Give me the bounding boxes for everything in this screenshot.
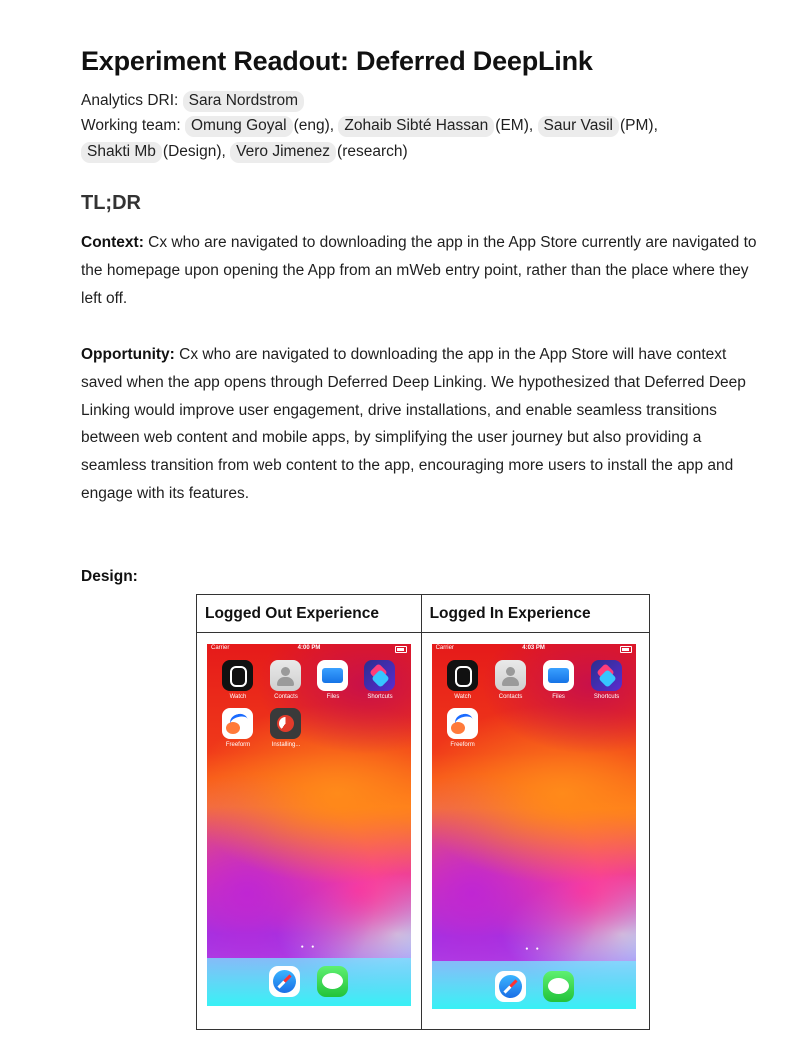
shortcuts-app-icon xyxy=(590,660,622,691)
messages-app-icon xyxy=(317,966,348,997)
watch-app-icon xyxy=(222,660,253,691)
app-label: Freeform xyxy=(225,742,251,748)
contacts-app-icon xyxy=(494,660,526,691)
role-text: (Design), xyxy=(162,143,226,160)
status-bar: Carrier 4:03 PM xyxy=(432,644,636,654)
context-text: Cx who are navigated to downloading the … xyxy=(81,234,757,307)
freeform-app-icon xyxy=(222,708,253,739)
watch-app-icon xyxy=(446,660,478,691)
app-label: Files xyxy=(552,694,565,700)
role-text: (eng), xyxy=(293,117,335,134)
app-label: Watch xyxy=(454,694,471,700)
team-label: Working team: xyxy=(81,117,181,134)
page-title: Experiment Readout: Deferred DeepLink xyxy=(81,46,593,76)
status-time: 4:03 PM xyxy=(522,645,545,651)
person-chip-analytics-dri[interactable]: Sara Nordstrom xyxy=(182,91,305,112)
battery-icon xyxy=(395,646,407,653)
design-table-header: Logged Out Experience Logged In Experien… xyxy=(196,594,651,633)
design-label: Design: xyxy=(81,568,138,585)
role-text: (PM), xyxy=(620,117,658,134)
logged-out-cell: Carrier 4:00 PM Watch Contacts Files Sho… xyxy=(196,632,422,1030)
context-label: Context: xyxy=(81,234,144,251)
design-table: Logged Out Experience Logged In Experien… xyxy=(196,594,651,1030)
person-chip[interactable]: Shakti Mb xyxy=(81,142,162,163)
app-label: Shortcuts xyxy=(367,694,393,700)
files-app-icon xyxy=(317,660,348,691)
messages-app-icon xyxy=(542,971,574,1002)
person-chip[interactable]: Vero Jimenez xyxy=(230,142,337,163)
safari-app-icon xyxy=(494,971,526,1002)
role-text: (research) xyxy=(337,143,408,160)
app-label: Watch xyxy=(229,694,247,700)
freeform-app-icon xyxy=(446,708,478,739)
app-label: Contacts xyxy=(498,694,523,700)
column-header-logged-in: Logged In Experience xyxy=(420,594,651,633)
logged-in-cell: Carrier 4:03 PM Watch Contacts Files Sho… xyxy=(420,632,651,1030)
logged-in-screenshot: Carrier 4:03 PM Watch Contacts Files Sho… xyxy=(431,644,636,1009)
dock xyxy=(207,958,411,1006)
app-label: Files xyxy=(326,694,340,700)
installing-app-icon xyxy=(270,708,301,739)
logged-out-screenshot: Carrier 4:00 PM Watch Contacts Files Sho… xyxy=(207,644,411,1006)
role-text: (EM), xyxy=(495,117,534,134)
shortcuts-app-icon xyxy=(364,660,395,691)
analytics-label: Analytics DRI: xyxy=(81,92,179,109)
dock xyxy=(431,961,636,1009)
analytics-line: Analytics DRI: Sara Nordstrom xyxy=(81,91,305,112)
column-header-logged-out: Logged Out Experience xyxy=(196,594,422,633)
contacts-app-icon xyxy=(270,660,301,691)
team-line-continued: Shakti Mb (Design), Vero Jimenez (research… xyxy=(81,142,408,163)
person-chip[interactable]: Saur Vasil xyxy=(537,116,619,137)
safari-app-icon xyxy=(269,966,300,997)
app-label: Freeform xyxy=(450,742,475,748)
opportunity-paragraph: Opportunity: Cx who are navigated to dow… xyxy=(81,341,771,508)
app-label: Contacts xyxy=(274,694,298,700)
files-app-icon xyxy=(542,660,574,691)
opportunity-text: Cx who are navigated to downloading the … xyxy=(81,346,746,502)
design-table-row: Carrier 4:00 PM Watch Contacts Files Sho… xyxy=(196,632,651,1030)
context-paragraph: Context: Cx who are navigated to downloa… xyxy=(81,229,771,312)
tldr-heading: TL;DR xyxy=(81,192,141,214)
person-chip[interactable]: Omung Goyal xyxy=(184,116,293,137)
app-label: Installing... xyxy=(271,742,301,748)
battery-icon xyxy=(619,646,632,653)
status-bar: Carrier 4:00 PM xyxy=(207,644,411,654)
team-line: Working team: Omung Goyal (eng), Zohaib S… xyxy=(81,116,658,137)
person-chip[interactable]: Zohaib Sibté Hassan xyxy=(338,116,495,137)
page-dots: ● ● xyxy=(300,944,318,950)
status-time: 4:00 PM xyxy=(297,645,321,651)
opportunity-label: Opportunity: xyxy=(81,346,175,363)
app-label: Shortcuts xyxy=(593,694,620,700)
page-dots: ● ● xyxy=(525,946,542,952)
